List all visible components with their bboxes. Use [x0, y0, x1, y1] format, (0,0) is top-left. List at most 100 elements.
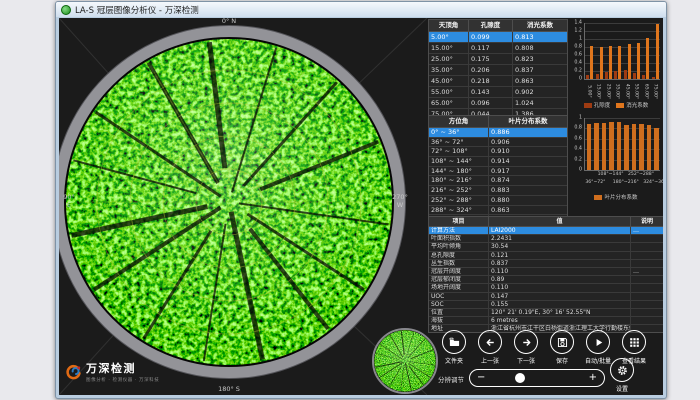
table-cell: 180° ~ 216°	[429, 176, 489, 185]
table-row[interactable]: 45.00°0.2180.863	[429, 76, 567, 87]
table-cell	[631, 276, 663, 283]
folder-button[interactable]: 文件夹	[436, 330, 472, 365]
table-row[interactable]: 场地开阔度0.110	[429, 284, 663, 292]
table-row[interactable]: 计算方法LAI2000…	[429, 227, 663, 235]
table-cell	[631, 293, 663, 300]
table-cell: 120° 21' 0.19"E, 30° 16' 52.55"N	[489, 309, 631, 316]
chart-legend: 孔隙度消光系数	[570, 101, 662, 109]
arrow-left-icon	[478, 330, 502, 354]
table-row[interactable]: 总孔隙度0.121	[429, 252, 663, 260]
table-cell: 36° ~ 72°	[429, 138, 489, 147]
table-cell: 144° ~ 180°	[429, 167, 489, 176]
table-row[interactable]: 36° ~ 72°0.906	[429, 138, 567, 148]
y-tick-label: 0.8	[570, 126, 582, 131]
bar-group	[638, 118, 646, 170]
column-header: 天顶角	[429, 20, 469, 31]
canopy-image[interactable]	[64, 37, 394, 367]
bar	[652, 77, 655, 79]
x-tick-label: 55.00°	[634, 84, 639, 99]
y-tick-label: 0	[570, 77, 582, 82]
table-cell: 2.2431	[489, 235, 631, 242]
brand-subtext: 图像分析 · 检测仪器 · 万深科技	[86, 377, 159, 383]
leaf-distribution-chart: 00.20.40.60.81 36°~72°108°~144°180°~216°…	[570, 114, 662, 214]
bar	[594, 123, 599, 170]
table-cell: LAI2000	[489, 227, 631, 234]
table-cell: 0.89	[489, 276, 631, 283]
table-row[interactable]: 180° ~ 216°0.874	[429, 176, 567, 186]
table-row[interactable]: 叶面积指数2.2431	[429, 235, 663, 243]
table-row[interactable]: 冠层开阔度0.110…	[429, 268, 663, 276]
table-row[interactable]: 65.00°0.0961.024	[429, 98, 567, 109]
table-cell: 65.00°	[429, 98, 469, 108]
bar-group	[645, 118, 653, 170]
table-cell: 冠层郁闭度	[429, 276, 489, 283]
table-cell: 丛生指数	[429, 260, 489, 267]
table-cell: 计算方法	[429, 227, 489, 234]
table-row[interactable]: 丛生指数0.837	[429, 260, 663, 268]
table-cell: 35.00°	[429, 65, 469, 75]
bar	[602, 123, 607, 170]
bar-group	[630, 118, 638, 170]
table-cell: 55.00°	[429, 87, 469, 97]
bar-group	[651, 23, 660, 79]
table-row[interactable]: SOC0.155	[429, 301, 663, 309]
table-row[interactable]: 55.00°0.1430.902	[429, 87, 567, 98]
preview-thumbnail[interactable]	[372, 328, 438, 394]
table-cell: 场地开阔度	[429, 284, 489, 291]
x-tick-label: 324°~360°	[643, 180, 663, 185]
table-row[interactable]: 216° ~ 252°0.883	[429, 186, 567, 196]
x-tick-label: 45.00°	[624, 84, 629, 99]
table-row[interactable]: 冠层郁闭度0.89	[429, 276, 663, 284]
table-row[interactable]: 144° ~ 180°0.917	[429, 167, 567, 177]
table-row[interactable]: 位置120° 21' 0.19"E, 30° 16' 52.55"N	[429, 309, 663, 317]
table-cell	[631, 317, 663, 324]
column-header: 孔隙度	[469, 20, 513, 31]
table-row[interactable]: 5.00°0.0990.813	[429, 32, 567, 43]
settings-label: 设置	[616, 384, 628, 393]
table-row[interactable]: 25.00°0.1750.823	[429, 54, 567, 65]
table-cell: 0.110	[489, 268, 631, 275]
table-row[interactable]: 288° ~ 324°0.863	[429, 206, 567, 216]
legend-swatch	[584, 103, 592, 108]
table-row[interactable]: 海拔6 metres	[429, 317, 663, 325]
table-row[interactable]: 15.00°0.1170.808	[429, 43, 567, 54]
table-row[interactable]: 252° ~ 288°0.880	[429, 196, 567, 206]
table-row[interactable]: 平均叶倾角30.54	[429, 243, 663, 251]
brand-name: 万深检测	[86, 360, 159, 376]
prev-button[interactable]: 上一张	[472, 330, 508, 365]
bar	[618, 46, 621, 79]
next-button[interactable]: 下一张	[508, 330, 544, 365]
fisheye-panel: 0° N 180° S 90° E 270° W	[59, 18, 427, 395]
bar-group	[585, 23, 594, 79]
table-row[interactable]: 0° ~ 36°0.886	[429, 128, 567, 138]
y-tick-label: 1.4	[570, 21, 582, 26]
table-cell	[631, 301, 663, 308]
title-bar[interactable]: LA-S 冠层图像分析仪 - 万深检测	[56, 2, 666, 17]
bar-group	[641, 23, 650, 79]
table-row[interactable]: 35.00°0.2060.837	[429, 65, 567, 76]
plus-icon[interactable]: +	[589, 371, 597, 385]
table-cell: 0.906	[489, 138, 567, 147]
table-cell: 0.143	[469, 87, 513, 97]
table-row[interactable]: 72° ~ 108°0.910	[429, 147, 567, 157]
table-cell: 0.155	[489, 301, 631, 308]
gear-icon	[610, 358, 634, 382]
tool-button-label: 下一张	[517, 356, 535, 365]
resolution-label: 分辨调节	[438, 374, 464, 384]
slider-thumb[interactable]	[515, 373, 525, 383]
save-button[interactable]: 保存	[544, 330, 580, 365]
settings-button[interactable]: 设置	[607, 358, 637, 393]
x-tick-label: 15.00°	[596, 84, 601, 99]
table-row[interactable]: 108° ~ 144°0.914	[429, 157, 567, 167]
minus-icon[interactable]: −	[477, 371, 485, 385]
resolution-slider[interactable]: − +	[469, 369, 605, 387]
zenith-chart: 00.20.40.60.811.21.4 5.00°15.00°25.00°35…	[570, 19, 662, 113]
table-cell: 平均叶倾角	[429, 243, 489, 250]
table-row[interactable]: UOC0.147	[429, 293, 663, 301]
plot-area	[584, 118, 660, 171]
logo-mark-icon	[65, 363, 82, 380]
bar	[624, 70, 627, 79]
bar	[639, 124, 644, 170]
app-window: LA-S 冠层图像分析仪 - 万深检测 0° N 180° S 90° E 27…	[55, 1, 667, 399]
x-axis: 36°~72°108°~144°180°~216°252°~288°324°~3…	[584, 171, 660, 188]
